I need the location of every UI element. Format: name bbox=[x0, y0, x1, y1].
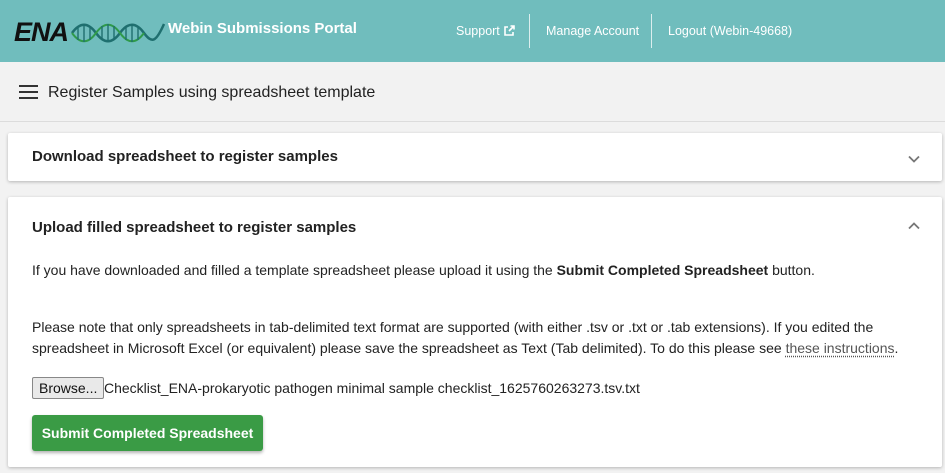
instructions-text-end: button. bbox=[768, 262, 815, 278]
browse-button[interactable]: Browse... bbox=[32, 377, 105, 399]
submit-completed-spreadsheet-button[interactable]: Submit Completed Spreadsheet bbox=[32, 415, 263, 451]
format-note-text: Please note that only spreadsheets in ta… bbox=[32, 319, 874, 356]
selected-file-name: Checklist_ENA-prokaryotic pathogen minim… bbox=[104, 380, 640, 396]
nav-logout-link[interactable]: Logout (Webin-49668) bbox=[668, 14, 792, 48]
upload-spreadsheet-panel: Upload filled spreadsheet to register sa… bbox=[8, 197, 942, 467]
top-header: ENA Webin Submissions Portal Support Man… bbox=[0, 0, 945, 62]
these-instructions-link[interactable]: these instructions bbox=[786, 340, 895, 356]
nav-divider bbox=[529, 14, 530, 48]
chevron-up-icon[interactable] bbox=[908, 222, 920, 230]
nav-manage-account-label: Manage Account bbox=[546, 24, 640, 38]
external-link-icon bbox=[503, 25, 515, 36]
logo-text: ENA bbox=[14, 17, 69, 47]
page-toolbar: Register Samples using spreadsheet templ… bbox=[0, 62, 945, 122]
dna-helix-icon bbox=[70, 23, 166, 43]
download-spreadsheet-panel[interactable]: Download spreadsheet to register samples bbox=[8, 133, 942, 181]
download-panel-heading: Download spreadsheet to register samples bbox=[32, 148, 338, 165]
instructions-button-name: Submit Completed Spreadsheet bbox=[556, 262, 769, 278]
nav-divider bbox=[651, 14, 652, 48]
format-note-end: . bbox=[894, 340, 899, 356]
nav-support-link[interactable]: Support bbox=[456, 14, 515, 48]
chevron-down-icon[interactable] bbox=[908, 155, 920, 163]
page-title: Register Samples using spreadsheet templ… bbox=[48, 84, 376, 101]
hamburger-menu-icon[interactable] bbox=[19, 85, 38, 99]
format-note: Please note that only spreadsheets in ta… bbox=[32, 317, 922, 359]
nav-manage-account-link[interactable]: Manage Account bbox=[546, 14, 639, 48]
nav-support-label: Support bbox=[456, 24, 500, 38]
nav-logout-label: Logout (Webin-49668) bbox=[668, 24, 793, 38]
instructions-text: If you have downloaded and filled a temp… bbox=[32, 262, 557, 278]
upload-panel-heading[interactable]: Upload filled spreadsheet to register sa… bbox=[32, 218, 356, 238]
upload-instructions: If you have downloaded and filled a temp… bbox=[32, 260, 922, 281]
ena-logo[interactable]: ENA bbox=[14, 16, 166, 48]
portal-title: Webin Submissions Portal bbox=[168, 20, 357, 37]
